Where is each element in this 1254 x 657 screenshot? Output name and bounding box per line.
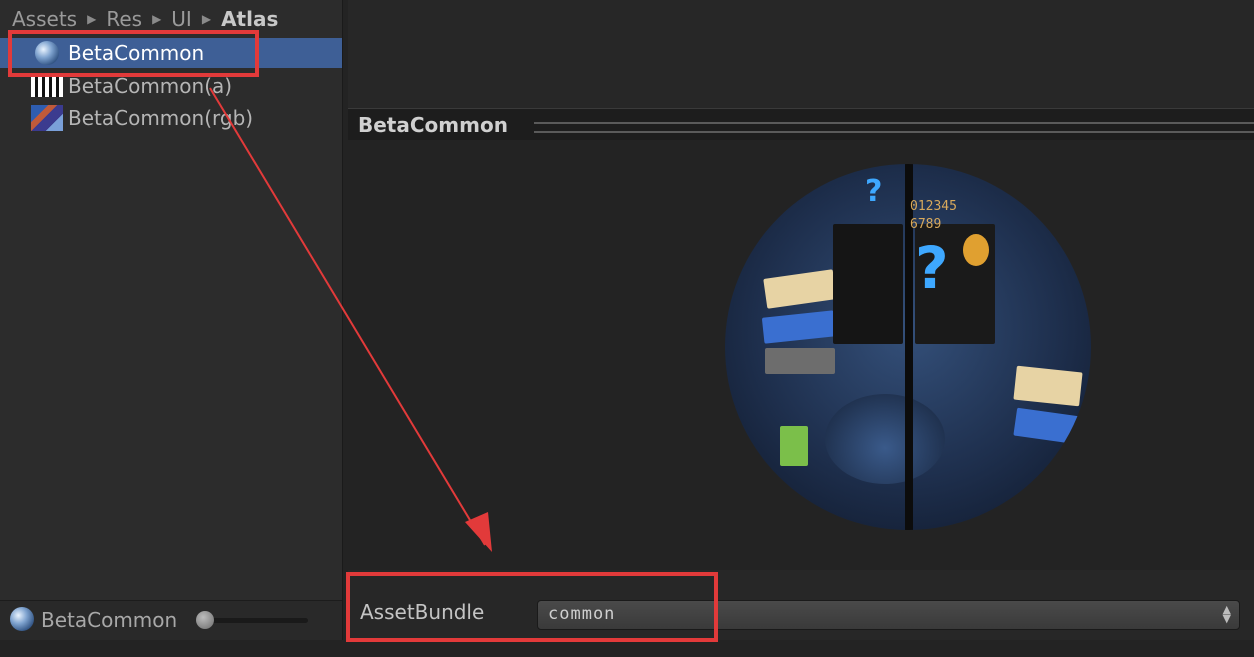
question-mark-icon: ?: [865, 174, 883, 209]
drag-handle-lines: [534, 122, 1254, 133]
selection-label: BetaCommon: [41, 608, 178, 632]
preview-sphere[interactable]: ? ? 012345 6789: [725, 164, 1091, 530]
annotation-box-assetbundle: [346, 572, 718, 642]
asset-item-betacommon-rgb[interactable]: BetaCommon(rgb): [0, 103, 342, 133]
atlas-tile: [761, 310, 837, 344]
inspector-panel: BetaCommon ? ? 012345 6789 AssetBundle c…: [348, 0, 1254, 657]
project-panel: Assets ▶ Res ▶ UI ▶ Atlas BetaCommon Bet…: [0, 0, 342, 657]
atlas-tile: [763, 269, 837, 309]
breadcrumb-separator-icon: ▶: [152, 12, 162, 26]
breadcrumb-separator-icon: ▶: [87, 12, 97, 26]
breadcrumb: Assets ▶ Res ▶ UI ▶ Atlas: [12, 6, 278, 32]
preview-title: BetaCommon: [358, 113, 508, 137]
material-sphere-icon: [10, 607, 34, 631]
breadcrumb-ui[interactable]: UI: [171, 7, 192, 31]
atlas-tile: [1013, 365, 1083, 407]
atlas-tile: [963, 234, 989, 266]
atlas-tile: [780, 426, 808, 466]
atlas-tile: [833, 224, 903, 344]
preview-header[interactable]: BetaCommon: [348, 108, 1254, 141]
atlas-tile: [1013, 407, 1081, 445]
asset-item-label: BetaCommon(a): [68, 74, 233, 98]
breadcrumb-res[interactable]: Res: [106, 7, 142, 31]
atlas-tile: [825, 394, 945, 484]
icon-size-slider-track[interactable]: [206, 618, 308, 623]
question-mark-icon: ?: [915, 234, 949, 302]
breadcrumb-atlas[interactable]: Atlas: [221, 7, 278, 31]
breadcrumb-separator-icon: ▶: [201, 12, 212, 26]
annotation-box-asset: [8, 30, 259, 77]
material-preview[interactable]: ? ? 012345 6789: [348, 140, 1254, 570]
texture-alpha-icon: [31, 75, 63, 97]
atlas-digits: 012345 6789: [910, 199, 957, 232]
breadcrumb-assets[interactable]: Assets: [12, 7, 77, 31]
icon-size-slider-handle[interactable]: [196, 611, 214, 629]
selection-status-bar: BetaCommon: [0, 600, 342, 641]
dropdown-arrows-icon: ▲ ▼: [1222, 603, 1231, 625]
bottom-strip: [0, 640, 1254, 657]
atlas-tile: [765, 348, 835, 374]
asset-item-label: BetaCommon(rgb): [68, 106, 254, 130]
texture-rgb-icon: [31, 105, 63, 131]
